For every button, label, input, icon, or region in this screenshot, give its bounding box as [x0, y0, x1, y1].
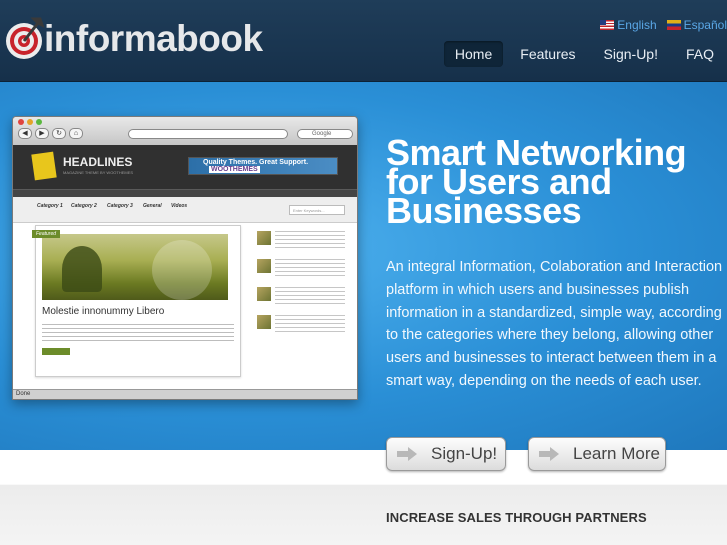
mockup-side-item: [257, 285, 349, 313]
nav-faq[interactable]: FAQ: [675, 41, 725, 67]
window-controls: [18, 119, 42, 125]
reload-icon: ↻: [52, 128, 66, 139]
nav-home[interactable]: Home: [443, 41, 504, 67]
partners-heading: INCREASE SALES THROUGH PARTNERS: [386, 510, 647, 525]
mockup-category: Videos: [171, 203, 188, 209]
brand-logo[interactable]: informabook: [4, 14, 263, 64]
hero-description: An integral Information, Colaboration an…: [386, 259, 723, 389]
mockup-site-tagline: MAGAZINE THEME BY WOOTHEMES: [63, 170, 134, 175]
back-icon: ◀: [18, 128, 32, 139]
learn-more-button[interactable]: Learn More: [528, 437, 666, 471]
mockup-side-text: [275, 259, 345, 277]
mockup-featured-image: [42, 234, 228, 300]
mockup-side-thumb: [257, 259, 271, 273]
target-logo-icon: [4, 15, 46, 63]
mockup-nav-bar: [13, 189, 357, 197]
arrow-right-icon: [397, 447, 421, 461]
language-label: Español: [683, 18, 727, 32]
mockup-featured-badge: Featured: [32, 230, 61, 238]
brand-name: informabook: [44, 18, 263, 59]
arrow-right-icon: [539, 447, 563, 461]
mockup-ad-brand: WOOTHEMES: [209, 166, 260, 173]
mockup-side-thumb: [257, 315, 271, 329]
site-header: informabook English Español Home Feature…: [0, 0, 727, 82]
browser-toolbar: ◀ ▶ ↻ ⌂ Google: [13, 117, 357, 145]
hero-title: Smart Networking for Users and Businesse…: [386, 132, 687, 231]
mockup-site: HEADLINES MAGAZINE THEME BY WOOTHEMES Qu…: [13, 145, 357, 391]
language-switcher: English Español: [600, 18, 727, 32]
mockup-category: Category 2: [71, 203, 97, 209]
mockup-category: General: [143, 203, 162, 209]
minimize-dot-icon: [27, 119, 33, 125]
browser-screenshot: ◀ ▶ ↻ ⌂ Google HEADLINES MAGAZINE THEME …: [12, 116, 358, 400]
mockup-read-more: [42, 348, 70, 355]
mockup-side-thumb: [257, 231, 271, 245]
learn-more-button-label: Learn More: [573, 444, 660, 463]
mockup-side-item: [257, 229, 349, 257]
browser-status-bar: Done: [13, 389, 357, 399]
mockup-side-thumb: [257, 287, 271, 301]
mockup-side-item: [257, 257, 349, 285]
mockup-category: Category 1: [37, 203, 63, 209]
language-english[interactable]: English: [600, 18, 657, 32]
mockup-side-text: [275, 315, 345, 333]
signup-button[interactable]: Sign-Up!: [386, 437, 506, 471]
mockup-search-field: Enter Keywords...: [289, 205, 345, 215]
mockup-featured-title: Molestie innonummy Libero: [42, 306, 165, 317]
zoom-dot-icon: [36, 119, 42, 125]
close-dot-icon: [18, 119, 24, 125]
mockup-featured-text: [42, 324, 234, 344]
mockup-site-header: HEADLINES MAGAZINE THEME BY WOOTHEMES Qu…: [13, 145, 357, 189]
notepad-logo-icon: [31, 151, 57, 181]
mockup-side-text: [275, 287, 345, 305]
nav-features[interactable]: Features: [509, 41, 586, 67]
mockup-site-name: HEADLINES: [63, 155, 133, 169]
mockup-ad-text: Quality Themes. Great Support.: [203, 159, 309, 166]
mockup-category: Category 3: [107, 203, 133, 209]
language-label: English: [617, 18, 657, 32]
mockup-ad-banner: Quality Themes. Great Support. WOOTHEMES: [188, 157, 338, 175]
forward-icon: ▶: [35, 128, 49, 139]
language-spanish[interactable]: Español: [666, 18, 727, 32]
browser-nav-buttons: ◀ ▶ ↻ ⌂: [18, 128, 83, 139]
main-nav: Home Features Sign-Up! FAQ: [443, 41, 725, 67]
mockup-side-text: [275, 231, 345, 249]
address-bar: [128, 129, 288, 139]
us-flag-icon: [600, 20, 615, 30]
browser-search: Google: [297, 129, 353, 139]
signup-button-label: Sign-Up!: [431, 444, 498, 463]
mockup-side-item: [257, 313, 349, 341]
nav-signup[interactable]: Sign-Up!: [593, 41, 669, 67]
mockup-featured-post: Featured Molestie innonummy Libero: [32, 225, 241, 377]
home-icon: ⌂: [69, 128, 83, 139]
mockup-categories: Category 1 Category 2 Category 3 General…: [13, 197, 357, 223]
spain-flag-icon: [666, 20, 681, 30]
